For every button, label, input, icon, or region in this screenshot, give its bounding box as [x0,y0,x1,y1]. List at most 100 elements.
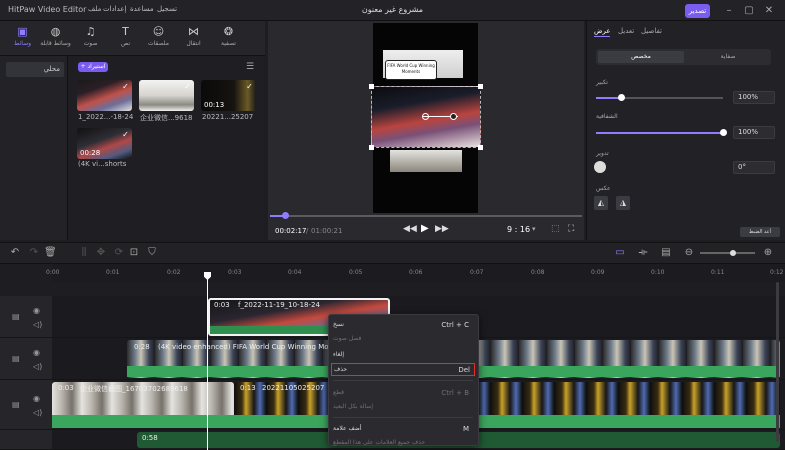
previous-frame-icon[interactable]: ◀◀ [403,224,417,234]
subtitle-icon[interactable]: ▤ [660,247,672,259]
menu-record[interactable]: تسجيل [157,5,177,13]
menu-item-ripple[interactable]: إسالة بكل البعيد [333,401,473,413]
zoom-knob[interactable] [730,250,736,256]
volume-icon[interactable]: ◁) [33,408,42,417]
play-icon[interactable]: ▶ [421,223,429,234]
tab-display[interactable]: عرض [594,27,611,35]
align-icon[interactable]: ⟛ [637,247,649,259]
menu-item-label: إلغاء [333,351,345,358]
zoom-in-icon[interactable]: ⊕ [762,247,774,259]
menu-help[interactable]: مساعدة [130,5,154,13]
visibility-icon[interactable]: ◉ [33,348,40,357]
undo-icon[interactable]: ↶ [9,247,21,259]
audio-waveform [234,415,780,428]
flip-vertical-icon[interactable]: ◮ [616,196,630,210]
preview-scrubber[interactable] [270,215,582,217]
scale-input[interactable]: 100% [733,91,775,104]
mode-custom[interactable]: مخصص [598,51,684,63]
maximize-icon[interactable]: ▢ [742,4,756,17]
shield-icon[interactable]: ⛉ [146,247,158,259]
opacity-label: الشفافية [596,113,618,120]
aspect-ratio-selector[interactable]: 9 : 16 [507,225,530,234]
tool-media-label: وسائط [13,40,32,47]
menu-divider [333,417,473,418]
tab-edit[interactable]: تعديل [618,27,634,35]
tool-media[interactable]: ▣ وسائط [5,21,40,56]
tool-audio[interactable]: ♫ صوت [73,21,108,56]
crop-icon[interactable]: ⬚ [551,224,560,234]
volume-icon[interactable]: ◁) [33,362,42,371]
clip-name: 20221105025207 [262,384,325,392]
close-icon[interactable]: ✕ [762,4,776,17]
tool-stock[interactable]: ◍ وسائط قابلة [38,21,73,56]
list-view-icon[interactable]: ☰ [246,63,258,72]
tool-filter-label: تصفية [221,40,236,47]
menu-item-copy[interactable]: نسخ Ctrl + C [333,319,473,331]
tool-sticker[interactable]: ☺ ملصقات [141,21,176,56]
ruler-tick: 0:06 [409,269,423,276]
menu-item-detach-audio[interactable]: فصل صوت [333,333,473,345]
ruler-tick: 0:04 [288,269,302,276]
rotate-input[interactable]: 0° [733,161,775,174]
media-icon: ▣ [17,25,28,38]
chevron-down-icon[interactable]: ▾ [532,225,536,233]
minimize-icon[interactable]: – [722,4,736,17]
resize-handle[interactable] [369,145,374,150]
scrubber-knob[interactable] [282,212,289,219]
sticker-icon: ☺ [152,25,165,38]
visibility-icon[interactable]: ◉ [33,394,40,403]
zoom-slider[interactable] [700,252,755,254]
timeline-scrollbar[interactable] [776,282,779,442]
delete-icon[interactable]: 🗑 [44,247,57,259]
crop-clip-icon[interactable]: ⊡ [128,247,140,259]
freeze-icon[interactable]: ⟳ [113,247,125,259]
rotate-dial-icon[interactable] [594,161,606,173]
opacity-knob[interactable] [720,129,727,136]
media-duration-4: 00:28 [80,149,101,157]
visibility-icon[interactable]: ◉ [33,306,40,315]
track-header [0,296,52,338]
film-icon: ▤ [12,354,20,363]
resize-handle[interactable] [478,145,483,150]
flip-horizontal-icon[interactable]: ◭ [594,196,608,210]
film-icon: ▤ [12,400,20,409]
opacity-input[interactable]: 100% [733,126,775,139]
scale-knob[interactable] [618,94,625,101]
split-icon[interactable]: ⫼ [78,247,90,259]
menu-item-shortcut: Del [458,366,470,374]
reset-button[interactable]: أعد الضبط [740,227,780,237]
menu-item-label: حذف جميع العلامات على هذا المقطع [333,439,426,446]
menu-item-remove-markers[interactable]: حذف جميع العلامات على هذا المقطع [333,437,473,449]
tool-text[interactable]: T نص [108,21,143,56]
stock-icon: ◍ [50,25,61,38]
export-button[interactable]: تصدير [685,4,710,18]
resize-handle[interactable] [478,84,483,89]
rotate-handle[interactable] [422,113,458,121]
snap-icon[interactable]: ▭ [614,247,626,259]
menu-settings[interactable]: إعدادات [103,5,126,13]
import-button[interactable]: + استيراد [78,62,108,72]
media-caption-1: 1_2022...-18-24 [78,113,134,121]
sidebar-item-local[interactable]: محلي [6,62,64,77]
volume-icon[interactable]: ◁) [33,320,42,329]
menu-item-label: أضف علامة [333,425,362,432]
ruler-tick: 0:05 [349,269,363,276]
zoom-out-icon[interactable]: ⊖ [683,247,695,259]
fullscreen-icon[interactable]: ⛶ [568,224,574,234]
resize-handle[interactable] [369,84,374,89]
menu-item-delete[interactable]: حذف Del [331,363,475,376]
menu-item-cut[interactable]: قطع Ctrl + B [333,387,473,399]
menu-file[interactable]: ملف [88,5,101,13]
tab-details[interactable]: تفاصيل [641,27,662,35]
speed-icon[interactable]: ✥ [95,247,107,259]
clip-name: (4K video enhanced) FIFA World Cup Winni… [158,343,329,351]
playhead[interactable] [207,272,208,450]
menu-item-cancel[interactable]: إلغاء [333,349,473,361]
tool-transition[interactable]: ⋈ انتقال [176,21,211,56]
next-frame-icon[interactable]: ▶▶ [435,224,449,234]
mode-preset[interactable]: صفاية [686,51,770,63]
menu-item-add-marker[interactable]: أضف علامة M [333,423,473,435]
redo-icon[interactable]: ↷ [28,247,40,259]
tool-filter[interactable]: ❂ تصفية [211,21,246,56]
ruler-tick: 0:09 [591,269,605,276]
